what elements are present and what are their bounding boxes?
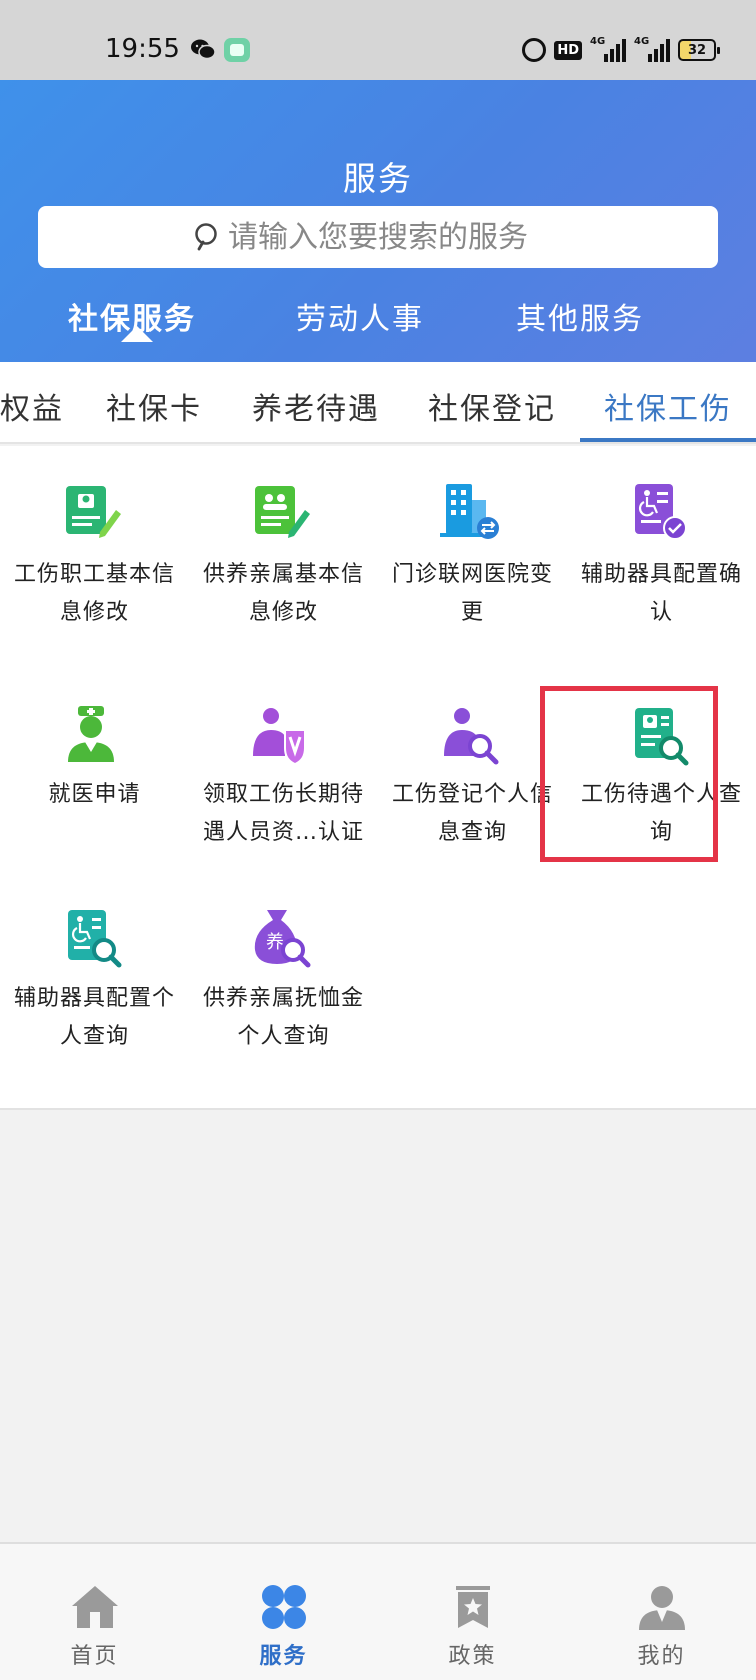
nav-label: 首页 <box>70 1644 119 1669</box>
assistive-device-confirm-icon <box>635 484 687 540</box>
highlight-box <box>540 686 718 862</box>
alarm-icon <box>522 38 547 62</box>
service-long-term-benefit-verify[interactable]: 领取工伤长期待遇人员资…认证 <box>189 676 378 886</box>
hd-voice-icon: HD <box>554 40 582 60</box>
service-dependent-info-edit[interactable]: 供养亲属基本信息修改 <box>189 446 378 656</box>
category-tab-registration[interactable]: 社保登记 <box>428 384 556 428</box>
service-label: 工伤职工基本信息修改 <box>13 562 175 625</box>
category-tab-work-injury[interactable]: 社保工伤 <box>604 384 732 428</box>
signal-1-label: 4G <box>590 36 606 47</box>
tab-labor-personnel[interactable]: 劳动人事 <box>296 294 424 338</box>
worker-info-edit-icon <box>66 486 121 538</box>
service-pension-query[interactable]: 养 供养亲属抚恤金个人查询 <box>189 886 378 1096</box>
category-tab-underline <box>580 438 756 442</box>
service-label: 辅助器具配置个人查询 <box>13 986 175 1049</box>
search-bar[interactable] <box>38 206 718 268</box>
service-grid-icon <box>262 1585 306 1629</box>
top-tabs: 社保服务 劳动人事 其他服务 <box>0 294 756 362</box>
page-title: 服务 <box>343 159 413 198</box>
service-label: 门诊联网医院变更 <box>391 562 553 625</box>
nav-label: 服务 <box>259 1644 308 1669</box>
nav-home[interactable]: 首页 <box>0 1544 189 1680</box>
category-tab-pension[interactable]: 养老待遇 <box>252 384 380 428</box>
service-label: 就医申请 <box>48 782 141 807</box>
hospital-change-icon <box>440 484 499 539</box>
category-tab-ss-card[interactable]: 社保卡 <box>106 384 202 428</box>
status-time: 19:55 <box>105 34 180 64</box>
service-worker-info-edit[interactable]: 工伤职工基本信息修改 <box>0 446 189 656</box>
app-notification-icon <box>224 38 250 62</box>
bottom-nav: 首页 服务 政策 我的 <box>0 1542 756 1680</box>
registration-query-icon <box>444 708 499 765</box>
tab-other-services[interactable]: 其他服务 <box>516 294 644 338</box>
search-input[interactable] <box>228 219 608 255</box>
nav-policy[interactable]: 政策 <box>378 1544 567 1680</box>
signal-1-icon: 4G <box>590 36 626 62</box>
service-grid: 工伤职工基本信息修改 供养亲属基本信息修改 门诊联网医院变更 辅助器具配置确认 … <box>0 446 756 1110</box>
nav-label: 我的 <box>637 1644 686 1669</box>
status-bar: 19:55 HD 4G 4G 32 <box>0 0 756 80</box>
signal-2-icon: 4G <box>634 36 670 62</box>
dependent-info-edit-icon <box>255 486 310 538</box>
service-label: 供养亲属抚恤金个人查询 <box>202 986 364 1049</box>
header: 服务 社保服务 劳动人事 其他服务 <box>0 80 756 362</box>
service-label: 领取工伤长期待遇人员资…认证 <box>202 782 364 845</box>
nav-profile[interactable]: 我的 <box>567 1544 756 1680</box>
service-assistive-device-query[interactable]: 辅助器具配置个人查询 <box>0 886 189 1096</box>
home-icon <box>72 1586 118 1628</box>
nav-label: 政策 <box>448 1644 497 1669</box>
status-indicators: HD 4G 4G 32 <box>522 36 720 64</box>
nurse-icon <box>68 706 114 762</box>
profile-icon <box>639 1586 685 1630</box>
battery-icon: 32 <box>678 39 720 61</box>
signal-2-label: 4G <box>634 36 650 47</box>
service-label: 辅助器具配置确认 <box>580 562 742 625</box>
search-icon <box>195 223 217 251</box>
service-label: 供养亲属基本信息修改 <box>202 562 364 625</box>
service-assistive-device-confirm[interactable]: 辅助器具配置确认 <box>567 446 756 656</box>
pension-query-icon: 养 <box>254 910 311 968</box>
service-hospital-change[interactable]: 门诊联网医院变更 <box>378 446 567 656</box>
active-tab-indicator <box>121 326 153 342</box>
long-term-benefit-verify-icon <box>253 708 306 766</box>
category-tab-rights[interactable]: 权益 <box>0 384 64 428</box>
service-label: 工伤登记个人信息查询 <box>391 782 553 845</box>
service-registration-query[interactable]: 工伤登记个人信息查询 <box>378 676 567 886</box>
assistive-device-query-icon <box>68 910 122 968</box>
category-tabs: 权益 社保卡 养老待遇 社保登记 社保工伤 <box>0 362 756 444</box>
nav-service[interactable]: 服务 <box>189 1544 378 1680</box>
wechat-icon <box>191 39 216 60</box>
policy-bookmark-icon <box>456 1586 490 1628</box>
service-medical-application[interactable]: 就医申请 <box>0 676 189 886</box>
